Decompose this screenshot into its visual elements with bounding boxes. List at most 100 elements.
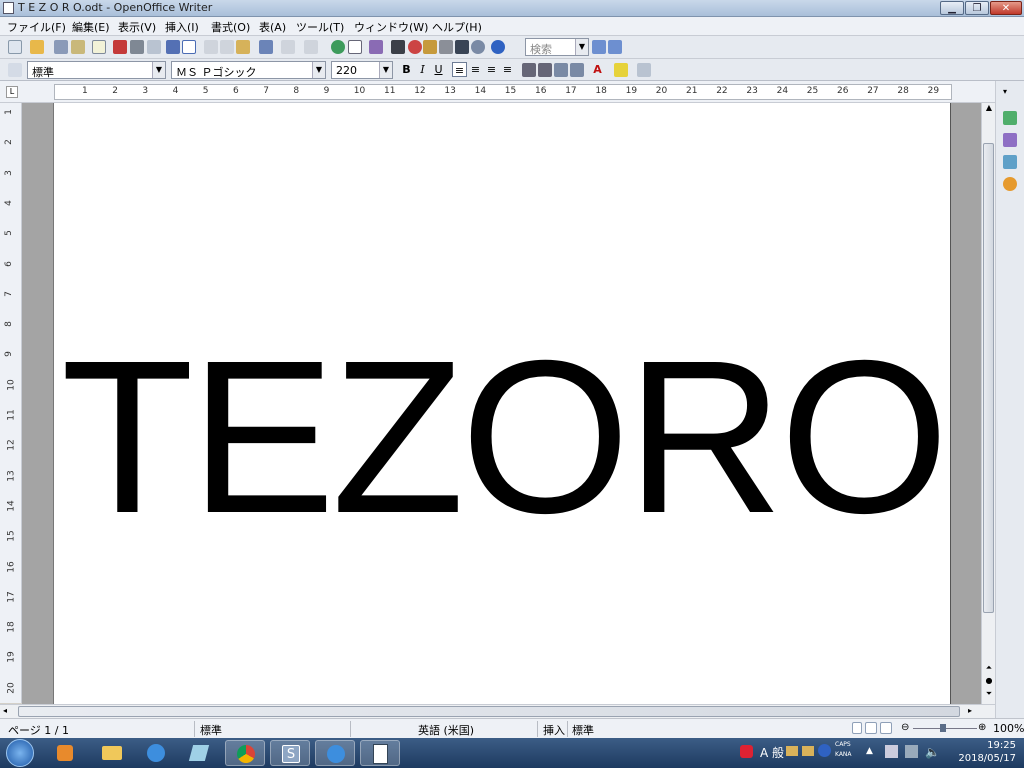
menu-window[interactable]: ウィンドウ(W) [354, 19, 428, 35]
scroll-up-button[interactable]: ▲ [983, 103, 995, 115]
styles-icon[interactable] [1003, 133, 1017, 147]
formatting-marks-icon[interactable] [455, 40, 469, 54]
redo-icon[interactable] [304, 40, 318, 54]
font-size-select[interactable]: 220 ▼ [331, 61, 393, 79]
horizontal-ruler[interactable]: L 1 2 3 4 5 6 7 8 9 10 11 12 13 14 15 16 17 18 19 20 21 22 23 2… [0, 81, 1024, 103]
menu-edit[interactable]: 編集(E) [72, 19, 110, 35]
find-next-icon[interactable] [592, 40, 606, 54]
italic-button[interactable]: I [415, 62, 430, 77]
horizontal-scrollbar[interactable]: ◂ ▸ [0, 704, 995, 718]
justify-button[interactable]: ≡ [500, 62, 515, 77]
zoom-slider-handle[interactable] [940, 724, 946, 732]
menu-format[interactable]: 書式(O) [211, 19, 250, 35]
antivirus-tray-icon[interactable] [740, 745, 753, 758]
taskbar-chrome[interactable] [225, 740, 265, 766]
zoom-level[interactable]: 100% [993, 722, 1024, 735]
bullets-icon[interactable] [538, 63, 552, 77]
paragraph-style-select[interactable]: 標準 ▼ [27, 61, 166, 79]
sidebar-menu-icon[interactable]: ▾ [1003, 87, 1007, 96]
text-language[interactable]: 英語 (米国) [418, 722, 474, 738]
size-dropdown-arrow[interactable]: ▼ [379, 62, 392, 78]
email-icon[interactable] [71, 40, 85, 54]
data-sources-icon[interactable] [439, 40, 453, 54]
vertical-ruler[interactable]: 1 2 3 4 5 6 7 8 9 10 11 12 13 14 15 16 17 18 19 20 [0, 103, 22, 703]
taskbar-internet-explorer[interactable] [136, 740, 176, 766]
close-button[interactable]: ✕ [990, 1, 1022, 15]
selection-mode[interactable]: 標準 [572, 722, 594, 738]
vertical-scroll-thumb[interactable] [983, 143, 994, 613]
hyperlink-icon[interactable] [331, 40, 345, 54]
open-icon[interactable] [30, 40, 44, 54]
navigator-icon[interactable] [408, 40, 422, 54]
taskbar-internet-explorer-2[interactable] [315, 740, 355, 766]
paste-icon[interactable] [236, 40, 250, 54]
show-hidden-icons[interactable]: ▲ [866, 746, 873, 756]
align-right-button[interactable]: ≡ [484, 62, 499, 77]
menu-file[interactable]: ファイル(F) [7, 19, 66, 35]
numbering-icon[interactable] [522, 63, 536, 77]
search-input[interactable]: 検索 ▼ [525, 38, 589, 56]
table-icon[interactable] [348, 40, 362, 54]
print-preview-icon[interactable] [147, 40, 161, 54]
zoom-out-icon[interactable]: ⊖ [901, 722, 909, 733]
styles-formatting-icon[interactable] [8, 63, 22, 77]
book-view-icon[interactable] [880, 722, 892, 734]
find-replace-icon[interactable] [391, 40, 405, 54]
help-icon[interactable] [491, 40, 505, 54]
autospellcheck-icon[interactable] [182, 40, 196, 54]
taskbar-app-s[interactable]: S [270, 740, 310, 766]
start-button[interactable] [6, 739, 34, 767]
print-icon[interactable] [130, 40, 144, 54]
font-color-icon[interactable]: A [590, 62, 605, 77]
zoom-in-icon[interactable]: ⊕ [978, 722, 986, 733]
next-page-button[interactable]: ⏷ [983, 689, 995, 700]
previous-page-button[interactable]: ⏶ [983, 663, 995, 674]
undo-icon[interactable] [281, 40, 295, 54]
edit-mode-icon[interactable] [92, 40, 106, 54]
taskbar-app[interactable] [180, 740, 220, 766]
font-name-select[interactable]: ＭＳ Ｐゴシック ▼ [171, 61, 326, 79]
single-page-view-icon[interactable] [852, 722, 862, 734]
menu-help[interactable]: ヘルプ(H) [432, 19, 482, 35]
page-style[interactable]: 標準 [200, 722, 222, 738]
highlighting-icon[interactable] [614, 63, 628, 77]
align-center-button[interactable]: ≡ [468, 62, 483, 77]
restore-button[interactable]: ❐ [965, 1, 989, 15]
taskbar-media-player[interactable] [45, 740, 85, 766]
ime-dictionary-icon[interactable] [802, 746, 814, 756]
decrease-indent-icon[interactable] [554, 63, 568, 77]
menu-tools[interactable]: ツール(T) [296, 19, 344, 35]
document-text[interactable]: TEZORO [54, 329, 950, 547]
menu-view[interactable]: 表示(V) [118, 19, 156, 35]
style-dropdown-arrow[interactable]: ▼ [152, 62, 165, 78]
network-icon[interactable] [905, 745, 918, 758]
navigation-button[interactable]: ● [983, 676, 995, 687]
navigator-panel-icon[interactable] [1003, 177, 1017, 191]
draw-functions-icon[interactable] [369, 40, 383, 54]
increase-indent-icon[interactable] [570, 63, 584, 77]
insert-mode[interactable]: 挿入 [543, 722, 565, 738]
format-paintbrush-icon[interactable] [259, 40, 273, 54]
clock[interactable]: 19:25 2018/05/17 [958, 739, 1016, 765]
copy-icon[interactable] [220, 40, 234, 54]
export-pdf-icon[interactable] [113, 40, 127, 54]
volume-icon[interactable]: 🔈 [925, 745, 940, 759]
scroll-left-button[interactable]: ◂ [3, 706, 13, 717]
ime-toolbox-icon[interactable] [786, 746, 798, 756]
background-color-icon[interactable] [637, 63, 651, 77]
search-dropdown-arrow[interactable]: ▼ [575, 39, 588, 55]
menu-insert[interactable]: 挿入(I) [165, 19, 199, 35]
save-icon[interactable] [54, 40, 68, 54]
taskbar-openoffice-writer[interactable] [360, 740, 400, 766]
ime-indicator[interactable]: A 般 [760, 744, 784, 761]
new-document-icon[interactable] [8, 40, 22, 54]
page[interactable]: TEZORO [53, 103, 951, 704]
find-previous-icon[interactable] [608, 40, 622, 54]
ime-help-icon[interactable] [818, 744, 831, 757]
spellcheck-icon[interactable] [166, 40, 180, 54]
scroll-right-button[interactable]: ▸ [968, 706, 978, 717]
align-left-button[interactable]: ≡ [452, 62, 467, 77]
font-dropdown-arrow[interactable]: ▼ [312, 62, 325, 78]
gallery-icon[interactable] [423, 40, 437, 54]
gallery-panel-icon[interactable] [1003, 155, 1017, 169]
